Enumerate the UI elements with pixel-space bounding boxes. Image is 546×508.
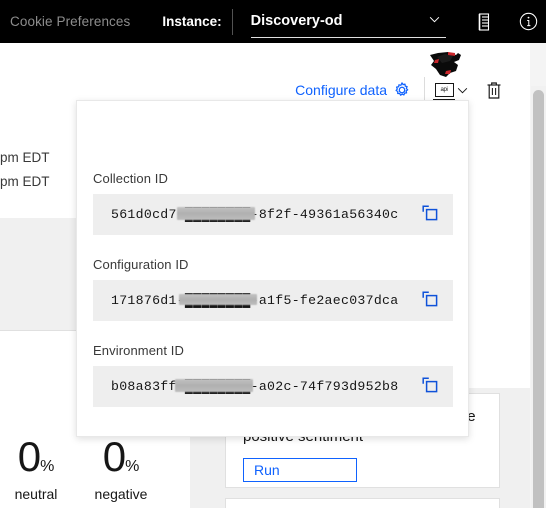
redaction-bar (175, 379, 253, 392)
stat-neutral-label: neutral (14, 486, 58, 502)
timestamp-line-2: pm EDT (0, 174, 50, 189)
run-query-button[interactable]: Run (243, 457, 357, 482)
configuration-id-field[interactable]: 171876d1-████████-a1f5-fe2aec037dca (93, 280, 453, 321)
api-icon: api (433, 81, 455, 100)
configure-data-label: Configure data (295, 82, 387, 98)
instance-label: Instance: (162, 14, 222, 29)
information-circle-icon[interactable] (518, 12, 538, 32)
copy-environment-id-button[interactable] (422, 377, 441, 396)
copy-icon (422, 377, 438, 393)
environment-id-group: Environment ID b08a83ff-████████-a02c-74… (93, 343, 453, 407)
configure-data-button[interactable]: Configure data (295, 82, 410, 98)
redaction-bar (177, 207, 255, 220)
api-icon-label: api (434, 82, 454, 97)
collection-id-label: Collection ID (93, 171, 168, 186)
vertical-scrollbar-thumb[interactable] (533, 90, 544, 508)
collection-id-group: Collection ID 561d0cd7-████████-8f2f-493… (93, 171, 453, 235)
redaction-bar (179, 294, 257, 305)
stat-negative: 0% negative (86, 433, 156, 503)
copy-collection-id-button[interactable] (422, 205, 441, 224)
configuration-id-label: Configuration ID (93, 257, 189, 272)
environment-id-value: b08a83ff-████████-a02c-74f793d952b8 (111, 379, 399, 394)
configuration-id-group: Configuration ID 171876d1-████████-a1f5-… (93, 257, 453, 321)
document-list-icon[interactable] (474, 12, 494, 32)
header-divider (231, 8, 233, 35)
environment-id-label: Environment ID (93, 343, 184, 358)
chevron-down-icon (429, 16, 439, 22)
page-body: pm EDT pm EDT Configure data api Collect… (0, 43, 546, 508)
stat-neutral: 0% neutral (1, 433, 71, 503)
stat-negative-value: 0 (102, 433, 126, 480)
suggested-query-card-secondary (225, 498, 500, 508)
api-button[interactable]: api (431, 79, 470, 102)
timestamp-line-1: pm EDT (0, 150, 50, 165)
trash-icon (487, 81, 501, 99)
instance-select-value: Discovery-od (250, 13, 343, 29)
top-header-bar: Cookie Preferences Instance: Discovery-o… (0, 0, 546, 43)
delete-button[interactable] (484, 79, 504, 101)
chevron-down-icon (457, 87, 468, 93)
copy-icon (422, 291, 438, 307)
copy-configuration-id-button[interactable] (422, 291, 441, 310)
stat-neutral-value: 0 (17, 433, 41, 480)
instance-select[interactable]: Discovery-od (250, 6, 446, 38)
header-icon-group (474, 0, 538, 43)
environment-id-field[interactable]: b08a83ff-████████-a02c-74f793d952b8 (93, 366, 453, 407)
ids-popover-panel: Collection ID 561d0cd7-████████-8f2f-493… (76, 100, 469, 437)
stat-negative-unit: % (125, 458, 140, 475)
cookie-preferences-link[interactable]: Cookie Preferences (10, 14, 130, 29)
gear-icon (395, 82, 409, 96)
collection-id-field[interactable]: 561d0cd7-████████-8f2f-49361a56340c (93, 194, 453, 235)
stat-neutral-unit: % (40, 458, 55, 475)
copy-icon (422, 205, 438, 221)
stat-negative-label: negative (94, 486, 148, 502)
